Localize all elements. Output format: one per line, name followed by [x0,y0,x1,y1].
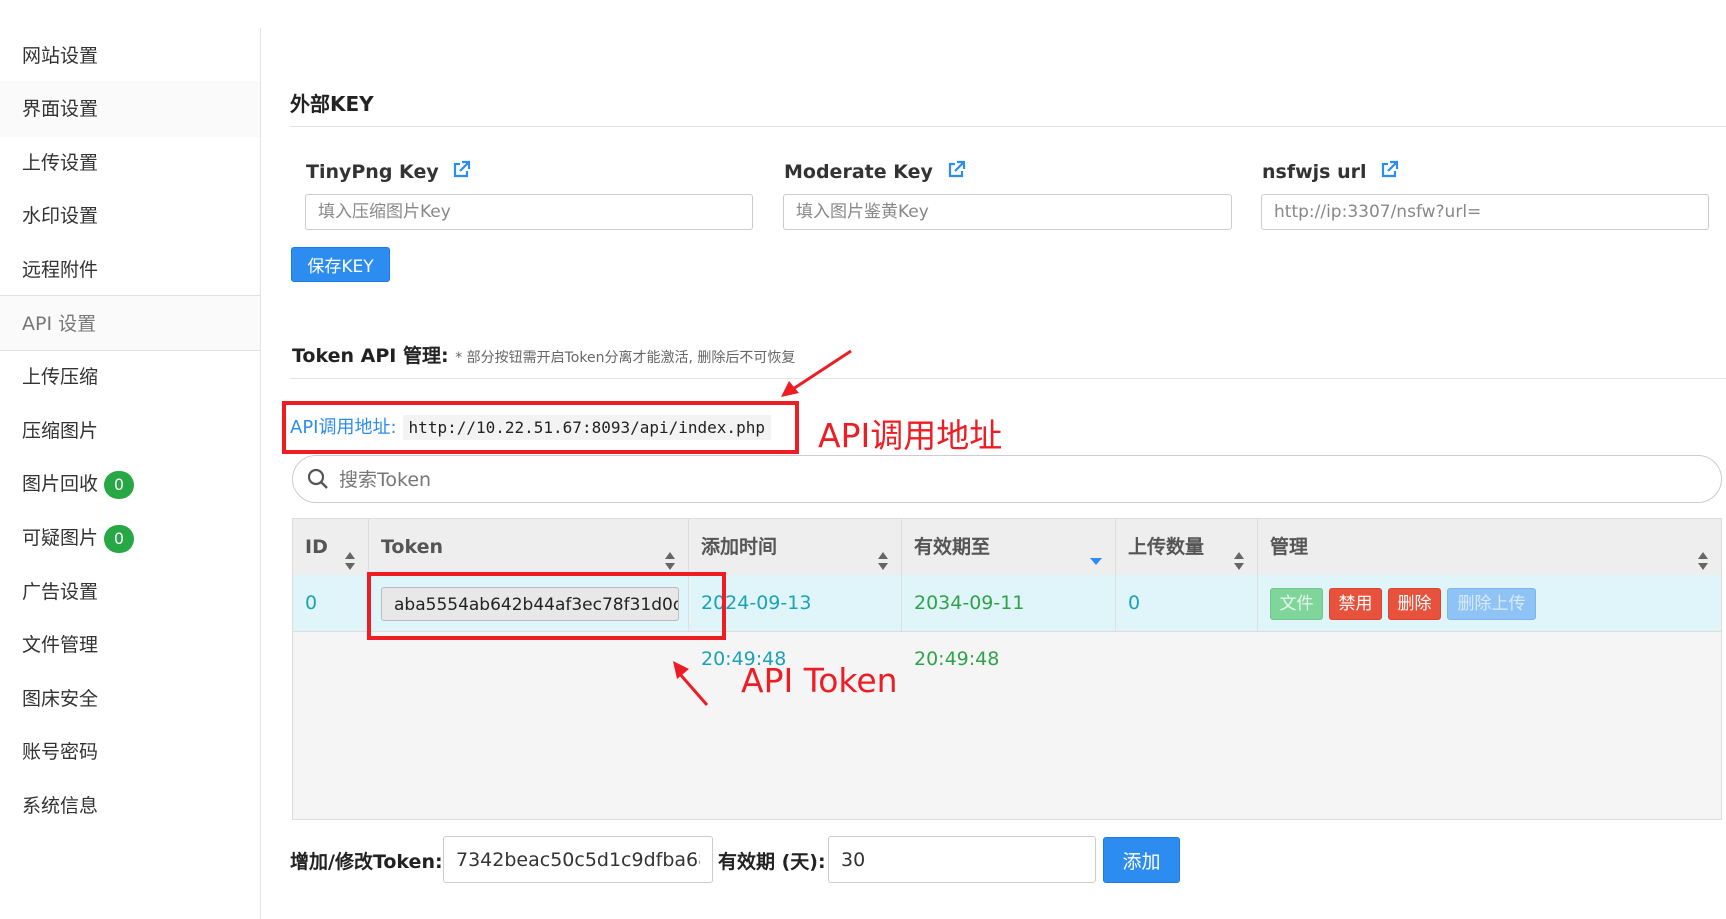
field-label-text: TinyPng Key [306,161,439,183]
header-label: Token [381,536,444,558]
header-label: 管理 [1270,536,1309,558]
th-added-time[interactable]: 添加时间 [689,519,902,575]
nsfwjs-url-label: nsfwjs url [1262,160,1399,185]
header-label: 上传数量 [1128,536,1205,558]
sidebar-item-label: 文件管理 [22,634,99,656]
sidebar-item-label: 上传设置 [22,152,99,174]
external-key-title: 外部KEY [290,92,374,116]
th-manage[interactable]: 管理 [1258,519,1721,575]
nsfwjs-url-input[interactable] [1261,194,1709,230]
sidebar-item-label: 账号密码 [22,741,99,763]
sidebar-item-label: 压缩图片 [22,420,99,442]
sidebar-item-label: 广告设置 [22,581,99,603]
search-icon [307,468,329,494]
header-label: ID [305,536,328,558]
sidebar-item-label: 图床安全 [22,688,99,710]
files-button[interactable]: 文件 [1270,588,1323,620]
token-api-title: Token API 管理: * 部分按钮需开启Token分离才能激活, 删除后不… [292,341,795,368]
th-upload-count[interactable]: 上传数量 [1116,519,1258,575]
th-expires[interactable]: 有效期至 [902,519,1116,575]
sidebar-item-account-password[interactable]: 账号密码 [0,724,260,780]
sidebar-item-label: 界面设置 [22,98,99,120]
sidebar-item-suspicious-images[interactable]: 可疑图片 0 [0,510,260,566]
sidebar-item-file-manager[interactable]: 文件管理 [0,617,260,673]
sidebar-item-label: 网站设置 [22,45,99,67]
sidebar-item-label: API 设置 [22,313,97,335]
sidebar-item-ad-settings[interactable]: 广告设置 [0,564,260,620]
moderate-key-input[interactable] [783,194,1232,230]
sidebar-item-system-info[interactable]: 系统信息 [0,778,260,834]
disable-button[interactable]: 禁用 [1329,588,1382,620]
sidebar-item-label: 系统信息 [22,795,99,817]
annotation-box-api-url [282,401,799,454]
sidebar-item-upload-settings[interactable]: 上传设置 [0,135,260,191]
sidebar-item-label: 水印设置 [22,205,99,227]
header-label: 有效期至 [914,536,991,558]
external-link-icon[interactable] [946,160,966,185]
add-button[interactable]: 添加 [1103,837,1180,883]
cell-manage: 文件 禁用 删除 删除上传 [1258,575,1721,631]
add-token-input[interactable] [443,836,713,883]
sidebar-item-ui-settings[interactable]: 界面设置 [0,81,260,137]
field-label-text: nsfwjs url [1262,161,1367,183]
search-input[interactable] [337,462,1701,498]
tinypng-key-input[interactable] [305,194,753,230]
external-link-icon[interactable] [1379,160,1399,185]
delete-uploads-button[interactable]: 删除上传 [1447,588,1536,620]
sidebar-item-compress-images[interactable]: 压缩图片 [0,403,260,459]
sidebar-item-watermark-settings[interactable]: 水印设置 [0,188,260,244]
sidebar: 网站设置 界面设置 上传设置 水印设置 远程附件 API 设置 上传压缩 压缩图… [0,28,261,919]
sidebar-item-image-recycle[interactable]: 图片回收 0 [0,456,260,512]
count-badge: 0 [104,470,135,499]
annotation-label-api-url: API调用地址 [818,416,1003,455]
tinypng-key-label: TinyPng Key [306,160,471,185]
sidebar-item-label: 上传压缩 [22,366,99,388]
search-box [292,455,1722,503]
validity-days-input[interactable] [828,836,1096,883]
external-link-icon[interactable] [451,160,471,185]
header-label: 添加时间 [701,536,778,558]
sidebar-item-label: 图片回收 [22,473,99,495]
annotation-arrow-icon [673,661,709,706]
th-token[interactable]: Token [369,519,689,575]
divider [290,126,1726,127]
th-id[interactable]: ID [293,519,369,575]
annotation-arrow-icon [781,349,852,397]
moderate-key-label: Moderate Key [784,160,966,185]
delete-button[interactable]: 删除 [1388,588,1441,620]
sidebar-item-upload-compress[interactable]: 上传压缩 [0,349,260,405]
annotation-box-token [367,572,726,640]
cell-id: 0 [293,575,369,631]
cell-upload-count: 0 [1116,575,1258,631]
token-api-title-text: Token API 管理: [292,345,449,367]
save-key-button[interactable]: 保存KEY [291,247,390,282]
field-label-text: Moderate Key [784,161,933,183]
sidebar-item-remote-attachment[interactable]: 远程附件 [0,242,260,298]
validity-label: 有效期 (天): [718,851,826,873]
sidebar-item-label: 远程附件 [22,259,99,281]
add-token-label: 增加/修改Token: [290,851,443,873]
cell-expires: 2034-09-11 20:49:48 [902,575,1116,670]
table-header: ID Token 添加时间 有效期至 上传数量 管理 [293,519,1721,576]
sidebar-item-site-settings[interactable]: 网站设置 [0,28,260,84]
count-badge: 0 [104,524,135,553]
sidebar-item-api-settings[interactable]: API 设置 [0,295,260,351]
annotation-label-token: API Token [741,661,898,700]
token-api-note: * 部分按钮需开启Token分离才能激活, 删除后不可恢复 [455,350,796,366]
sidebar-item-image-host-security[interactable]: 图床安全 [0,671,260,727]
divider [290,378,1726,379]
sidebar-item-label: 可疑图片 [22,527,99,549]
token-table: ID Token 添加时间 有效期至 上传数量 管理 0 aba5554ab64… [292,518,1722,820]
